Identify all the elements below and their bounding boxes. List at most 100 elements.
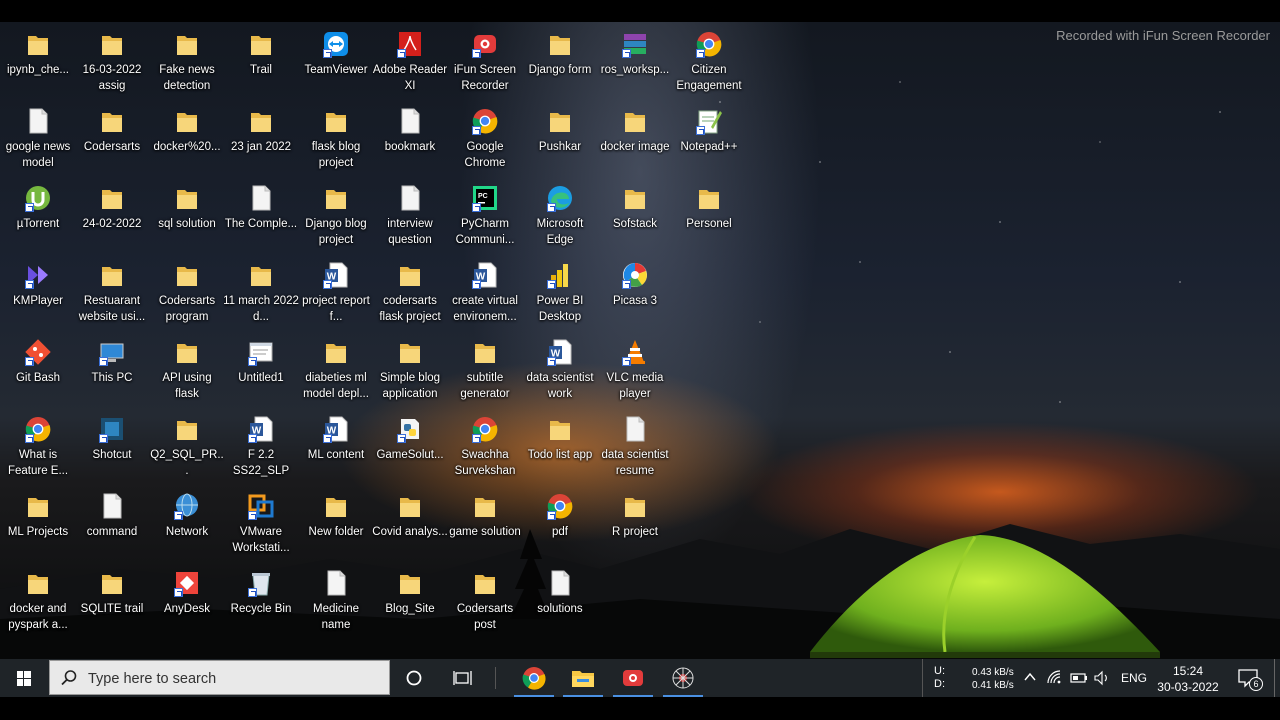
desktop-icon[interactable]: solutions — [522, 565, 598, 637]
desktop-icon[interactable]: docker and pyspark a... — [0, 565, 76, 637]
desktop-icon[interactable]: subtitle generator — [447, 334, 523, 406]
desktop-icon-label: data scientist work — [526, 372, 594, 400]
desktop-icon[interactable]: The Comple... — [223, 180, 299, 252]
desktop-icon[interactable]: Todo list app — [522, 411, 598, 483]
desktop-icon[interactable]: SQLITE trail — [74, 565, 150, 637]
document-icon — [323, 569, 349, 597]
show-hidden-icons-button[interactable] — [1022, 669, 1038, 687]
folder-icon — [174, 261, 200, 289]
desktop-icon[interactable]: API using flask — [149, 334, 225, 406]
desktop-icon[interactable]: TeamViewer — [298, 26, 374, 98]
desktop-icon[interactable]: Microsoft Edge — [522, 180, 598, 252]
desktop-icon[interactable]: iFun Screen Recorder — [447, 26, 523, 98]
wifi-status[interactable] — [1046, 669, 1064, 687]
desktop-icon[interactable]: Codersarts post — [447, 565, 523, 637]
start-button[interactable] — [8, 668, 40, 690]
desktop-icon[interactable]: Restuarant website usi... — [74, 257, 150, 329]
desktop-icon-label: Django form — [528, 64, 592, 76]
desktop-icon[interactable]: VLC media player — [597, 334, 673, 406]
desktop-icon[interactable]: Django form — [522, 26, 598, 98]
desktop-icon[interactable]: docker%20... — [149, 103, 225, 175]
desktop-icon[interactable]: Swachha Survekshan — [447, 411, 523, 483]
action-center-button[interactable]: 6 — [1237, 667, 1263, 691]
desktop-icon[interactable]: µTorrent — [0, 180, 76, 252]
desktop-icon[interactable]: ipynb_che... — [0, 26, 76, 98]
desktop-icon-label: PyCharm Communi... — [455, 218, 515, 246]
desktop-icon[interactable]: R project — [597, 488, 673, 560]
desktop-icon[interactable]: Shotcut — [74, 411, 150, 483]
desktop-icon[interactable]: Adobe Reader XI — [372, 26, 448, 98]
battery-status[interactable] — [1070, 669, 1088, 687]
vmware-icon — [248, 492, 274, 520]
desktop-icon[interactable]: Fake news detection — [149, 26, 225, 98]
desktop-icon[interactable]: Power BI Desktop — [522, 257, 598, 329]
desktop-icon[interactable]: VMware Workstati... — [223, 488, 299, 560]
desktop-icon[interactable]: New folder — [298, 488, 374, 560]
desktop-icon[interactable]: Personel — [671, 180, 747, 252]
desktop-icon[interactable]: 11 march 2022 d... — [223, 257, 299, 329]
desktop-icon[interactable]: Untitled1 — [223, 334, 299, 406]
volume-control[interactable] — [1093, 669, 1111, 687]
desktop-icon[interactable]: game solution — [447, 488, 523, 560]
desktop-icon[interactable]: 16-03-2022 assig — [74, 26, 150, 98]
desktop-icon[interactable]: Blog_Site — [372, 565, 448, 637]
taskbar-app-screen-recorder[interactable] — [609, 659, 657, 697]
desktop-icon[interactable]: What is Feature E... — [0, 411, 76, 483]
desktop-icon[interactable]: codersarts flask project — [372, 257, 448, 329]
desktop-icon[interactable]: Picasa 3 — [597, 257, 673, 329]
desktop-icon[interactable]: interview question — [372, 180, 448, 252]
desktop-icon[interactable]: diabeties ml model depl... — [298, 334, 374, 406]
taskbar-search-box[interactable] — [49, 660, 390, 695]
desktop-icon[interactable]: command — [74, 488, 150, 560]
desktop-icon[interactable]: Simple blog application — [372, 334, 448, 406]
desktop-icon[interactable]: Google Chrome — [447, 103, 523, 175]
desktop-icon[interactable]: pdf — [522, 488, 598, 560]
desktop-icon[interactable]: Citizen Engagement — [671, 26, 747, 98]
desktop-icon[interactable]: Sofstack — [597, 180, 673, 252]
desktop-icon[interactable]: sql solution — [149, 180, 225, 252]
desktop-icon[interactable]: Q2_SQL_PR... — [149, 411, 225, 483]
desktop-icon[interactable]: Covid analys... — [372, 488, 448, 560]
desktop-icon[interactable]: Wdata scientist work — [522, 334, 598, 406]
desktop-icon[interactable]: W F 2.2 SS22_SLP E... — [223, 411, 299, 483]
show-desktop-button[interactable] — [1274, 659, 1280, 697]
shortcut-arrow-icon — [248, 357, 257, 366]
taskbar-app-chrome[interactable] — [510, 659, 558, 697]
desktop-icon[interactable]: data scientist resume — [597, 411, 673, 483]
desktop-icon-label: Sofstack — [612, 218, 658, 230]
desktop-icon[interactable]: Pushkar — [522, 103, 598, 175]
taskbar-app-file-explorer[interactable] — [559, 659, 607, 697]
desktop-icon[interactable]: PC PyCharm Communi... — [447, 180, 523, 252]
desktop-icon[interactable]: W ML content — [298, 411, 374, 483]
cortana-button[interactable] — [403, 668, 425, 688]
desktop-icon[interactable]: KMPlayer — [0, 257, 76, 329]
desktop-icon-label: flask blog project — [311, 141, 361, 169]
desktop-icon[interactable]: Medicine name — [298, 565, 374, 637]
desktop-icon[interactable]: Git Bash — [0, 334, 76, 406]
desktop-icon[interactable]: ML Projects — [0, 488, 76, 560]
clock[interactable]: 15:24 30-03-2022 — [1152, 663, 1224, 701]
desktop-icon[interactable]: Django blog project — [298, 180, 374, 252]
desktop-icon[interactable]: Network — [149, 488, 225, 560]
desktop-icon[interactable]: Recycle Bin — [223, 565, 299, 637]
desktop-icon[interactable]: This PC — [74, 334, 150, 406]
desktop-icon[interactable]: 23 jan 2022 — [223, 103, 299, 175]
task-view-button[interactable] — [452, 668, 476, 688]
desktop-icon[interactable]: Notepad++ — [671, 103, 747, 175]
taskbar-app-spider[interactable] — [659, 659, 707, 697]
desktop-icon[interactable]: 24-02-2022 — [74, 180, 150, 252]
desktop-icon[interactable]: GameSolut... — [372, 411, 448, 483]
desktop-icon[interactable]: bookmark — [372, 103, 448, 175]
desktop-icon[interactable]: google news model — [0, 103, 76, 175]
search-input[interactable] — [86, 668, 370, 690]
desktop-icon[interactable]: AnyDesk — [149, 565, 225, 637]
desktop-icon[interactable]: Codersarts — [74, 103, 150, 175]
desktop-icon[interactable]: Codersarts program — [149, 257, 225, 329]
desktop-icon[interactable]: flask blog project — [298, 103, 374, 175]
desktop-icon[interactable]: Trail — [223, 26, 299, 98]
desktop-icon[interactable]: docker image — [597, 103, 673, 175]
upload-label: U: — [934, 665, 945, 677]
desktop-icon[interactable]: Wcreate virtual environem... — [447, 257, 523, 329]
desktop-icon[interactable]: ros_worksp... — [597, 26, 673, 98]
desktop-icon[interactable]: Wproject report f... — [298, 257, 374, 329]
